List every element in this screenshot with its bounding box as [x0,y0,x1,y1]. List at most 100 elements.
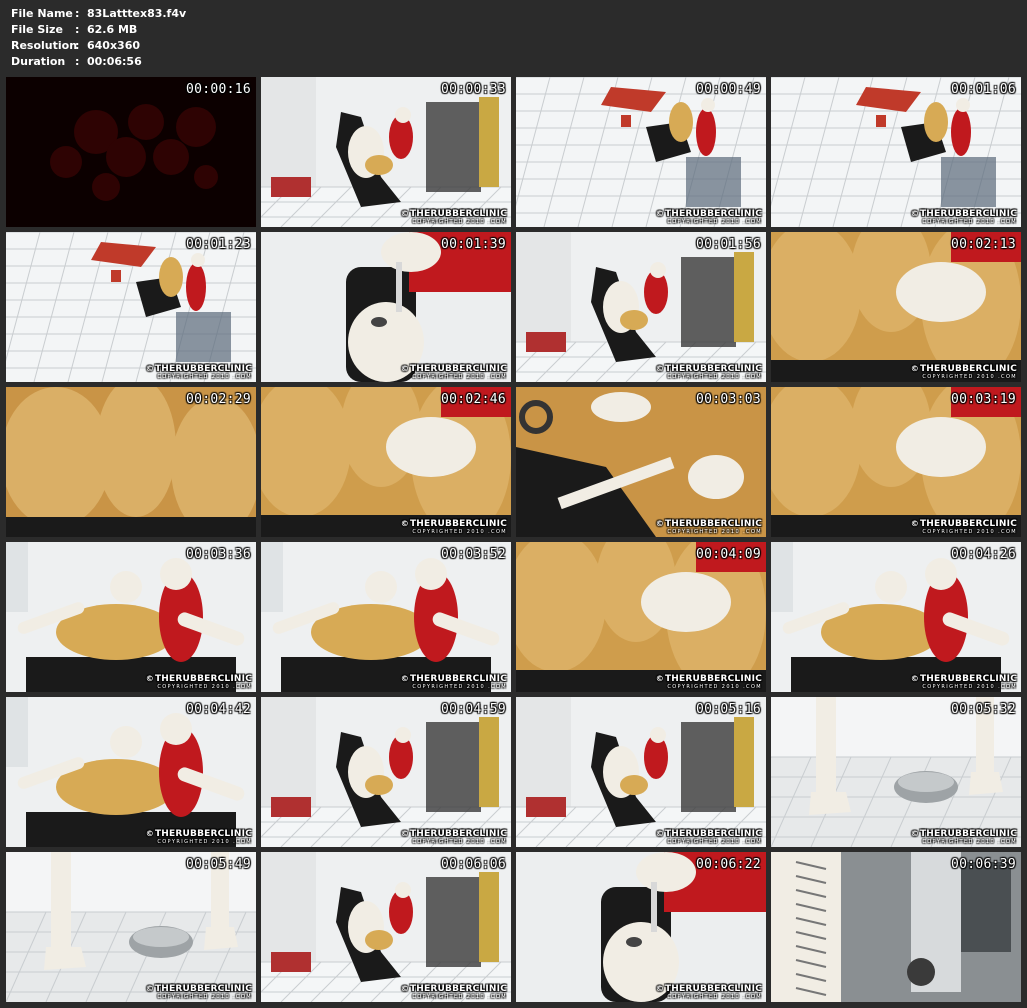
timestamp: 00:05:32 [950,702,1016,717]
timestamp: 00:01:39 [440,237,506,252]
video-thumbnail: 00:01:23 ©THERUBBERCLINIC COPYRIGHTED 2010… [6,232,256,382]
watermark-subtext: COPYRIGHTED 2010 .COM [922,684,1017,690]
watermark: ©THERUBBERCLINIC COPYRIGHTED 2010 .COM [656,829,762,845]
watermark-brand-text: THERUBBERCLINIC [154,364,252,374]
separator: : [75,7,80,20]
thumbnail-frame-image [516,77,766,227]
watermark: ©THERUBBERCLINIC COPYRIGHTED 2010 .COM [911,519,1017,535]
thumbnail-frame-image [6,387,256,537]
watermark-brand-text: THERUBBERCLINIC [919,519,1017,529]
watermark: ©THERUBBERCLINIC COPYRIGHTED 2010 .COM [911,209,1017,225]
watermark: ©THERUBBERCLINIC COPYRIGHTED 2010 .COM [911,674,1017,690]
timestamp: 00:04:59 [440,702,506,717]
watermark-brand-text: THERUBBERCLINIC [409,984,507,994]
watermark-brand: ©THERUBBERCLINIC [146,674,252,684]
watermark-brand-text: THERUBBERCLINIC [409,209,507,219]
thumbnail-frame-image [516,387,766,537]
watermark-brand-text: THERUBBERCLINIC [154,829,252,839]
watermark: ©THERUBBERCLINIC COPYRIGHTED 2010 .COM [401,829,507,845]
separator: : [75,55,80,68]
watermark: ©THERUBBERCLINIC COPYRIGHTED 2010 .COM [401,984,507,1000]
copyright-symbol: © [655,209,664,218]
watermark: ©THERUBBERCLINIC COPYRIGHTED 2010 .COM [656,674,762,690]
copyright-symbol: © [910,209,919,218]
file-size-label: File Size [11,23,63,36]
watermark-subtext: COPYRIGHTED 2010 .COM [667,529,762,535]
thumbnail-frame-image [261,852,511,1002]
thumbnail-frame-image [261,77,511,227]
timestamp: 00:03:03 [695,392,761,407]
video-thumbnail: 00:04:26 ©THERUBBERCLINIC COPYRIGHTED 2010… [771,542,1021,692]
copyright-symbol: © [910,519,919,528]
watermark: ©THERUBBERCLINIC COPYRIGHTED 2010 .COM [401,364,507,380]
thumbnail-frame-image [516,232,766,382]
watermark: ©THERUBBERCLINIC COPYRIGHTED 2010 .COM [911,364,1017,380]
thumbnail-frame-image [771,852,1021,1002]
video-thumbnail: 00:01:39 ©THERUBBERCLINIC COPYRIGHTED 2010… [261,232,511,382]
copyright-symbol: © [400,984,409,993]
thumbnail-frame-image [261,232,511,382]
timestamp: 00:02:13 [950,237,1016,252]
video-thumbnail: 00:03:03 ©THERUBBERCLINIC COPYRIGHTED 2010… [516,387,766,537]
thumbnail-frame-image [771,542,1021,692]
video-thumbnail: 00:02:46 ©THERUBBERCLINIC COPYRIGHTED 2010… [261,387,511,537]
timestamp: 00:06:22 [695,857,761,872]
thumbnail-frame-image [771,697,1021,847]
watermark: ©THERUBBERCLINIC COPYRIGHTED 2010 .COM [146,984,252,1000]
watermark-subtext: COPYRIGHTED 2010 .COM [667,684,762,690]
video-thumbnail: 00:06:22 ©THERUBBERCLINIC COPYRIGHTED 2010… [516,852,766,1002]
copyright-symbol: © [655,519,664,528]
separator: : [75,23,80,36]
watermark-brand: ©THERUBBERCLINIC [401,519,507,529]
watermark-subtext: COPYRIGHTED 2010 .COM [922,839,1017,845]
watermark-subtext: COPYRIGHTED 2010 .COM [412,994,507,1000]
video-thumbnail: 00:00:16©THERUBBERCLINICCOPYRIGHTED 2010… [6,77,256,227]
copyright-symbol: © [400,829,409,838]
resolution-label: Resolution [11,39,78,52]
timestamp: 00:03:19 [950,392,1016,407]
copyright-symbol: © [655,829,664,838]
watermark-subtext: COPYRIGHTED 2010 .COM [922,219,1017,225]
watermark-subtext: COPYRIGHTED 2010 .COM [412,684,507,690]
timestamp: 00:02:46 [440,392,506,407]
watermark-brand: ©THERUBBERCLINIC [911,674,1017,684]
thumbnail-grid: 00:00:16©THERUBBERCLINICCOPYRIGHTED 2010… [6,77,1022,1002]
timestamp: 00:01:23 [185,237,251,252]
watermark: ©THERUBBERCLINIC COPYRIGHTED 2010 .COM [146,829,252,845]
watermark: ©THERUBBERCLINIC COPYRIGHTED 2010 .COM [656,984,762,1000]
watermark-brand-text: THERUBBERCLINIC [154,984,252,994]
watermark-brand: ©THERUBBERCLINIC [401,984,507,994]
copyright-symbol: © [145,829,154,838]
thumbnail-frame-image [261,542,511,692]
video-thumbnail: 00:06:06 ©THERUBBERCLINIC COPYRIGHTED 2010… [261,852,511,1002]
watermark-subtext: COPYRIGHTED 2010 .COM [667,219,762,225]
thumbnail-frame-image [516,697,766,847]
copyright-symbol: © [400,364,409,373]
watermark-brand-text: THERUBBERCLINIC [919,674,1017,684]
copyright-symbol: © [400,519,409,528]
timestamp: 00:03:36 [185,547,251,562]
watermark-brand-text: THERUBBERCLINIC [409,829,507,839]
thumbnail-frame-image [771,387,1021,537]
file-info-header: File Name : 83Latttex83.f4v File Size : … [11,6,186,70]
copyright-symbol: © [910,829,919,838]
watermark-brand-text: THERUBBERCLINIC [664,209,762,219]
watermark-subtext: COPYRIGHTED 2010 .COM [922,374,1017,380]
watermark-brand: ©THERUBBERCLINIC [146,984,252,994]
video-thumbnail: 00:05:32 ©THERUBBERCLINIC COPYRIGHTED 2010… [771,697,1021,847]
watermark-brand-text: THERUBBERCLINIC [664,519,762,529]
watermark-subtext: COPYRIGHTED 2010 .COM [922,529,1017,535]
video-thumbnail: 00:05:49 ©THERUBBERCLINIC COPYRIGHTED 2010… [6,852,256,1002]
watermark-brand: ©THERUBBERCLINIC [656,829,762,839]
video-thumbnail: 00:06:39©THERUBBERCLINICCOPYRIGHTED 2010… [771,852,1021,1002]
watermark-subtext: COPYRIGHTED 2010 .COM [412,839,507,845]
watermark-brand: ©THERUBBERCLINIC [656,209,762,219]
watermark: ©THERUBBERCLINIC COPYRIGHTED 2010 .COM [146,364,252,380]
watermark-brand: ©THERUBBERCLINIC [401,364,507,374]
timestamp: 00:00:49 [695,82,761,97]
video-thumbnail: 00:02:13 ©THERUBBERCLINIC COPYRIGHTED 2010… [771,232,1021,382]
watermark-brand-text: THERUBBERCLINIC [409,364,507,374]
video-thumbnail: 00:03:36 ©THERUBBERCLINIC COPYRIGHTED 2010… [6,542,256,692]
copyright-symbol: © [400,209,409,218]
timestamp: 00:00:16 [185,82,251,97]
